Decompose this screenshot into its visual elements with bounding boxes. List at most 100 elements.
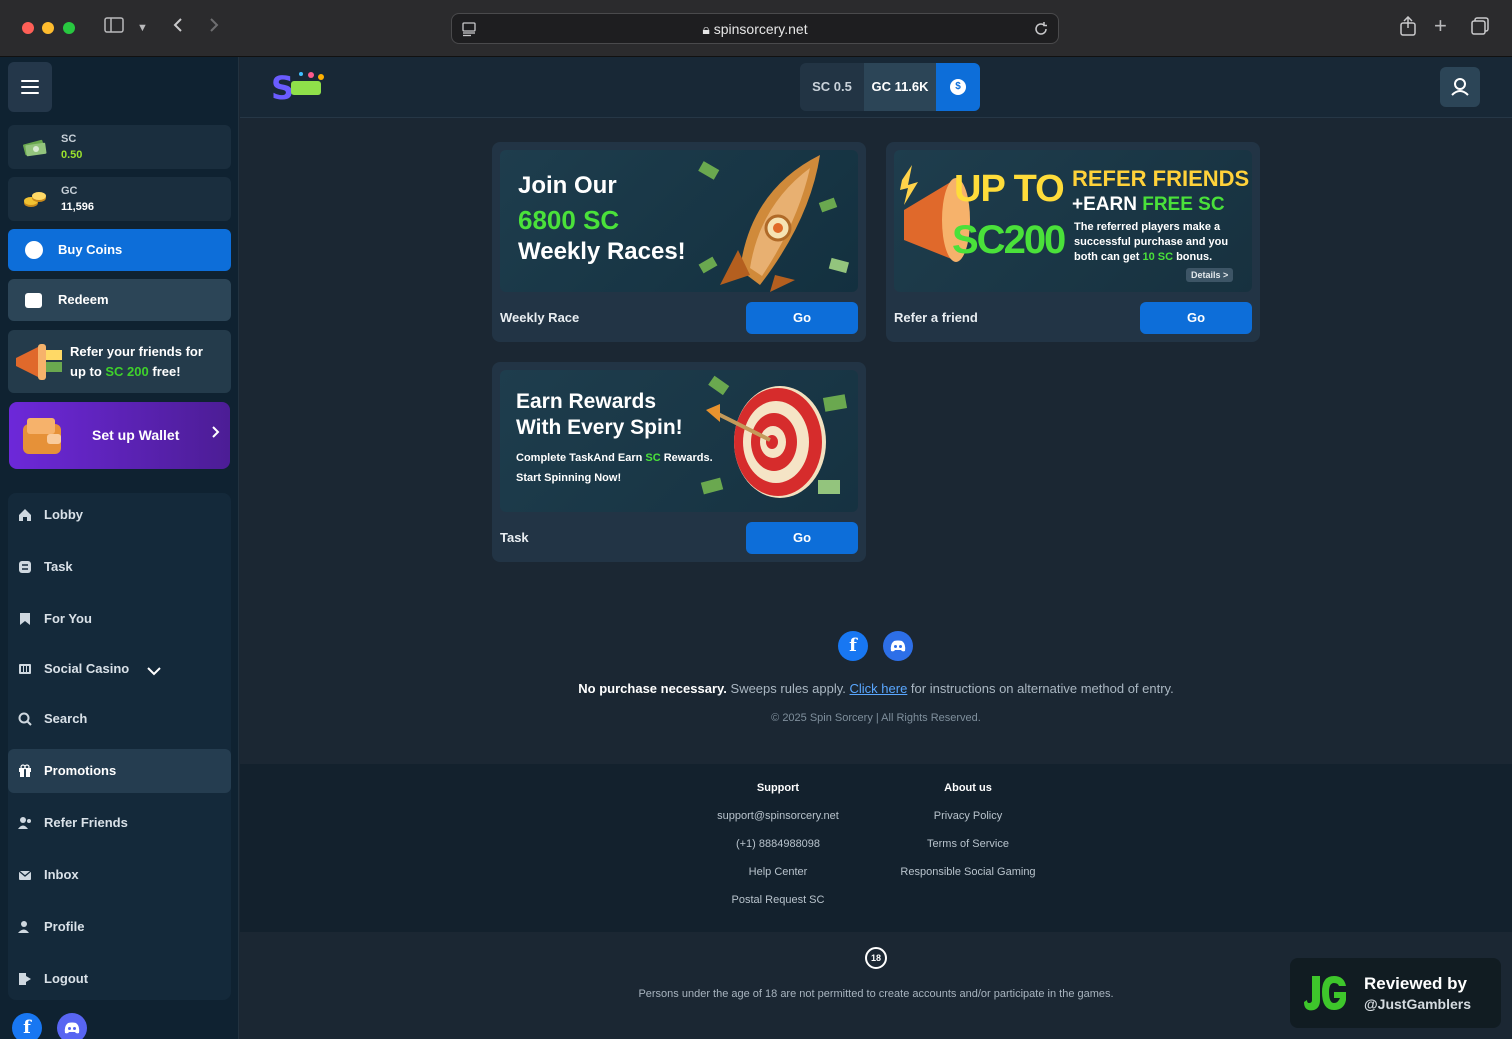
gc-balance-card: GC 11,596 bbox=[8, 177, 231, 221]
svg-text:S: S bbox=[271, 69, 294, 105]
currency-sc-toggle[interactable]: SC 0.5 bbox=[800, 63, 864, 111]
promo-card-refer-friend: UP TO SC200 REFER FRIENDS +EARN FREE SC … bbox=[886, 142, 1260, 342]
cash-icon bbox=[23, 139, 47, 157]
wallet-illustration-icon bbox=[23, 418, 61, 454]
postal-request-link[interactable]: Postal Request SC bbox=[678, 894, 878, 922]
sidebar-item-refer-friends[interactable]: Refer Friends bbox=[8, 801, 231, 845]
coin-icon bbox=[25, 241, 43, 259]
url-display: 🔒︎ spinsorcery.net bbox=[702, 21, 808, 37]
sidebar-item-social-casino[interactable]: Social Casino bbox=[8, 647, 231, 691]
minimize-window-button[interactable] bbox=[42, 22, 54, 34]
weekly-race-banner[interactable]: Join Our 6800 SC Weekly Races! bbox=[500, 150, 858, 292]
sweeps-disclaimer: No purchase necessary. Sweeps rules appl… bbox=[578, 681, 1174, 696]
discord-icon[interactable] bbox=[883, 631, 913, 661]
chevron-down-icon bbox=[146, 663, 162, 681]
account-button[interactable] bbox=[1440, 67, 1480, 107]
hamburger-menu-button[interactable] bbox=[8, 62, 52, 112]
gold-coins-icon bbox=[24, 192, 46, 207]
justgamblers-logo-icon bbox=[1304, 976, 1346, 1011]
promo-name: Weekly Race bbox=[500, 310, 580, 325]
sc-label: SC bbox=[61, 133, 77, 145]
sidebar-item-promotions[interactable]: Promotions bbox=[8, 749, 231, 793]
weekly-race-go-button[interactable]: Go bbox=[746, 302, 858, 334]
close-window-button[interactable] bbox=[22, 22, 34, 34]
users-icon bbox=[18, 816, 32, 830]
age-18-badge: 18 bbox=[865, 947, 887, 969]
sidebar-item-task[interactable]: Task bbox=[8, 545, 231, 589]
sidebar-item-inbox[interactable]: Inbox bbox=[8, 853, 231, 897]
target-icon bbox=[700, 375, 848, 498]
mail-icon bbox=[18, 868, 32, 882]
responsible-gaming-link[interactable]: Responsible Social Gaming bbox=[868, 866, 1068, 894]
copyright: © 2025 Spin Sorcery | All Rights Reserve… bbox=[771, 712, 981, 724]
chevron-down-icon[interactable]: ▼ bbox=[137, 16, 148, 40]
facebook-icon[interactable]: f bbox=[838, 631, 868, 661]
promo-name: Refer a friend bbox=[894, 310, 978, 325]
gc-value: 11,596 bbox=[61, 201, 95, 213]
search-icon bbox=[18, 712, 32, 726]
support-email-link[interactable]: support@spinsorcery.net bbox=[678, 810, 878, 838]
footer-support-column: Support support@spinsorcery.net (+1) 888… bbox=[678, 782, 878, 922]
help-center-link[interactable]: Help Center bbox=[678, 866, 878, 894]
sc-balance-card: SC 0.50 bbox=[8, 125, 231, 169]
reload-icon[interactable] bbox=[1033, 21, 1049, 42]
sidebar-nav: Lobby Task For You Social Casino Search … bbox=[8, 493, 231, 1000]
logout-icon bbox=[18, 972, 32, 986]
profile-icon bbox=[18, 920, 32, 934]
site-header: S SC 0.5 GC 11.6K $ bbox=[240, 57, 1512, 118]
maximize-window-button[interactable] bbox=[63, 22, 75, 34]
discord-icon[interactable] bbox=[57, 1013, 87, 1039]
refer-friend-go-button[interactable]: Go bbox=[1140, 302, 1252, 334]
buy-coins-button[interactable]: Buy Coins bbox=[8, 229, 231, 271]
sidebar: SC 0.50 GC 11,596 Buy Coins Redeem Refer… bbox=[0, 57, 239, 1039]
redeem-button[interactable]: Redeem bbox=[8, 279, 231, 321]
browser-toolbar: ▼ 🔒︎ spinsorcery.net + bbox=[0, 0, 1512, 57]
chevron-right-icon bbox=[211, 424, 221, 445]
set-up-wallet-button[interactable]: Set up Wallet bbox=[9, 402, 230, 469]
wallet-icon bbox=[25, 293, 42, 308]
rocket-icon bbox=[698, 155, 849, 292]
home-icon bbox=[18, 508, 32, 522]
sidebar-item-search[interactable]: Search bbox=[8, 697, 231, 741]
buy-coins-header-button[interactable]: $ bbox=[936, 63, 980, 111]
alternative-entry-link[interactable]: Click here bbox=[850, 681, 908, 696]
promo-card-weekly-race: Join Our 6800 SC Weekly Races! Weekly Ra… bbox=[492, 142, 866, 342]
promo-name: Task bbox=[500, 530, 529, 545]
megaphone-icon bbox=[16, 344, 62, 380]
lock-icon: 🔒︎ bbox=[702, 21, 710, 37]
task-banner[interactable]: Earn Rewards With Every Spin! Complete T… bbox=[500, 370, 858, 512]
sidebar-toggle-icon[interactable] bbox=[104, 16, 124, 40]
spin-sorcery-logo[interactable]: S bbox=[271, 69, 331, 105]
new-tab-icon[interactable]: + bbox=[1434, 14, 1447, 38]
forward-icon[interactable] bbox=[208, 16, 220, 40]
tab-overview-icon[interactable] bbox=[1470, 16, 1490, 42]
task-icon bbox=[18, 560, 32, 574]
privacy-policy-link[interactable]: Privacy Policy bbox=[868, 810, 1068, 838]
share-icon[interactable] bbox=[1399, 15, 1417, 42]
support-phone-link[interactable]: (+1) 8884988098 bbox=[678, 838, 878, 866]
reviewed-by-badge[interactable]: Reviewed by @JustGamblers bbox=[1290, 958, 1501, 1028]
refer-friends-promo-card[interactable]: Refer your friends for up to SC 200 free… bbox=[8, 330, 231, 393]
details-button[interactable]: Details > bbox=[1186, 268, 1234, 282]
address-bar[interactable]: 🔒︎ spinsorcery.net bbox=[451, 13, 1059, 44]
currency-switcher: SC 0.5 GC 11.6K $ bbox=[800, 63, 980, 111]
footer-about-column: About us Privacy Policy Terms of Service… bbox=[868, 782, 1068, 894]
sidebar-item-logout[interactable]: Logout bbox=[8, 957, 231, 1001]
sc-value: 0.50 bbox=[61, 149, 83, 161]
sidebar-item-profile[interactable]: Profile bbox=[8, 905, 231, 949]
facebook-icon[interactable]: f bbox=[12, 1013, 42, 1039]
terms-of-service-link[interactable]: Terms of Service bbox=[868, 838, 1068, 866]
gc-label: GC bbox=[61, 185, 78, 197]
footer: Support support@spinsorcery.net (+1) 888… bbox=[240, 764, 1512, 932]
promo-card-task: Earn Rewards With Every Spin! Complete T… bbox=[492, 362, 866, 562]
sidebar-item-lobby[interactable]: Lobby bbox=[8, 493, 231, 537]
currency-gc-toggle[interactable]: GC 11.6K bbox=[864, 63, 936, 111]
sidebar-item-for-you[interactable]: For You bbox=[8, 597, 231, 641]
gift-icon bbox=[18, 764, 32, 778]
coin-icon: $ bbox=[950, 79, 966, 95]
user-icon bbox=[1451, 78, 1469, 96]
refer-friend-banner[interactable]: UP TO SC200 REFER FRIENDS +EARN FREE SC … bbox=[894, 150, 1252, 292]
bookmark-icon bbox=[18, 612, 32, 626]
back-icon[interactable] bbox=[172, 16, 184, 40]
task-go-button[interactable]: Go bbox=[746, 522, 858, 554]
